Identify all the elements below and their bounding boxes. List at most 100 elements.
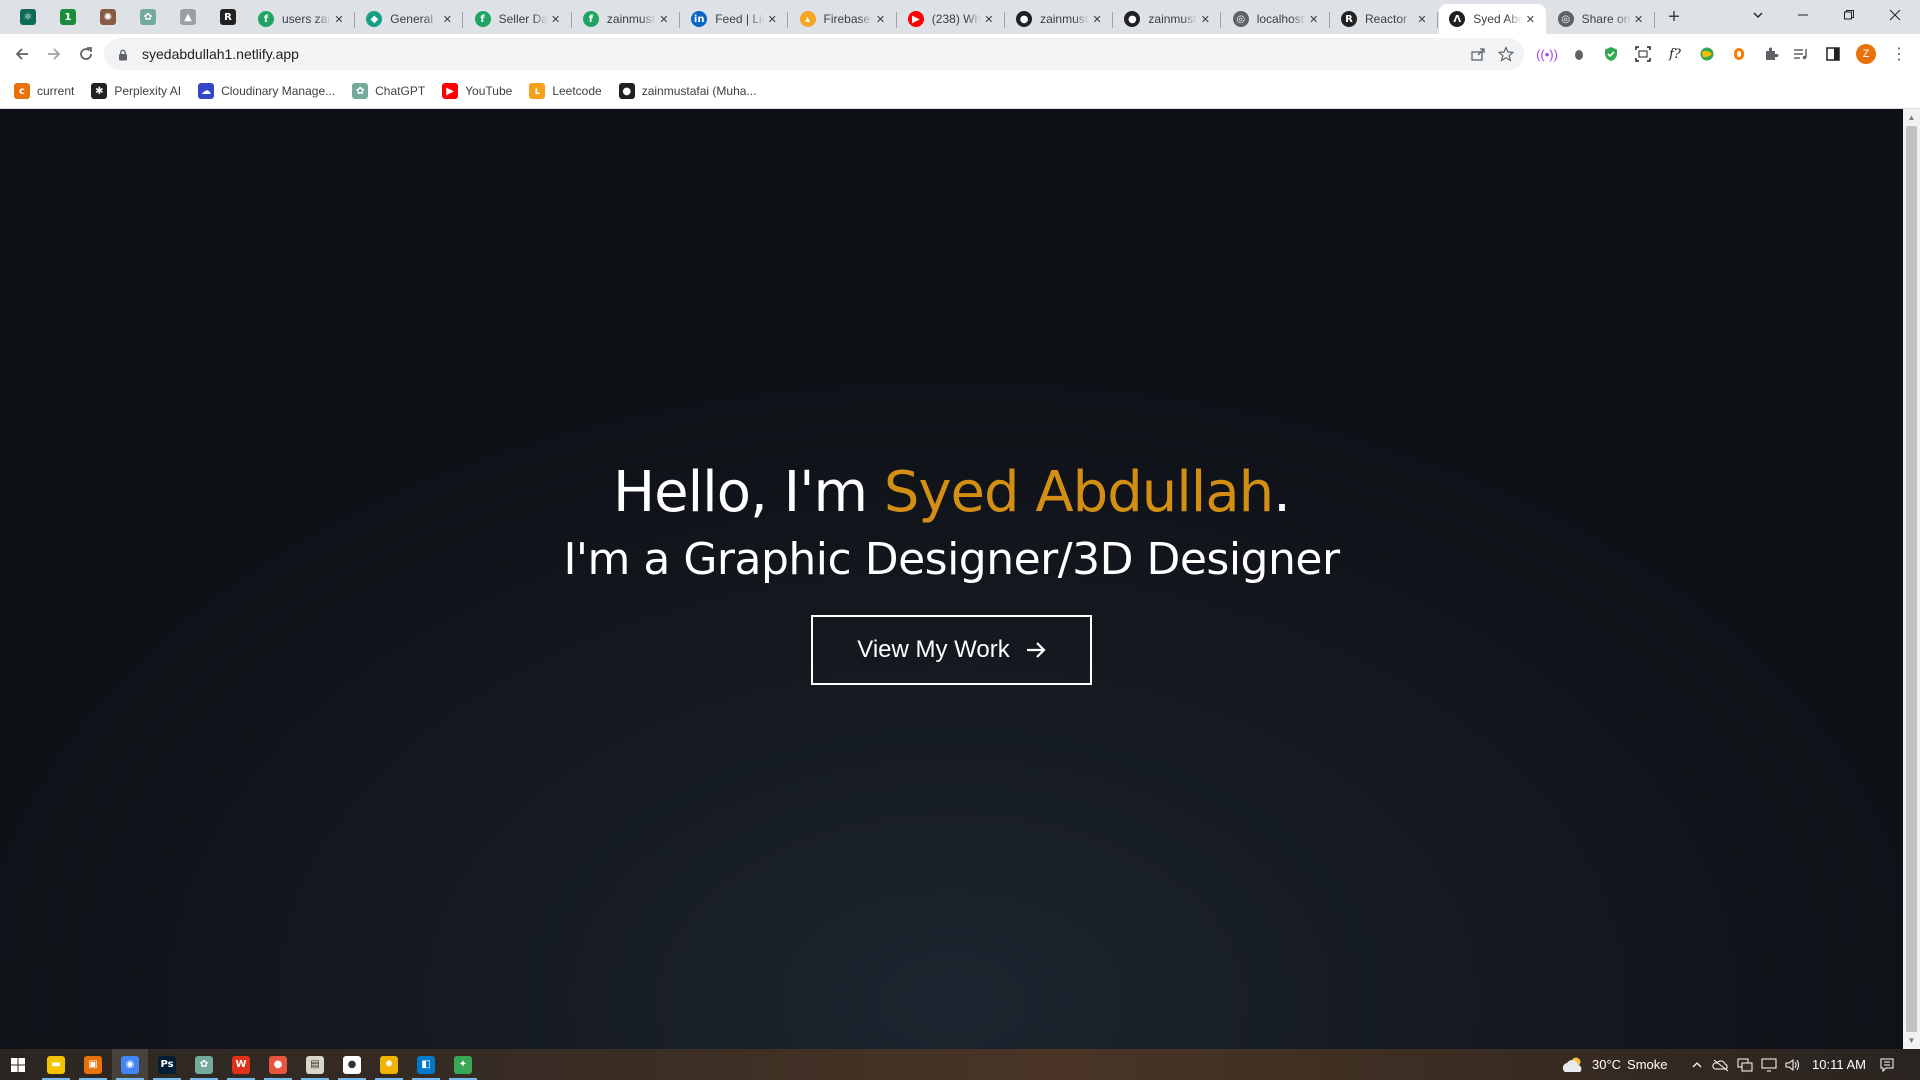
shield-extension-icon[interactable]	[1600, 43, 1622, 65]
broadcast-extension-icon[interactable]: ((•))	[1536, 43, 1558, 65]
forward-icon[interactable]	[40, 40, 68, 68]
show-hidden-icons-chevron-icon[interactable]	[1688, 1056, 1706, 1074]
tab[interactable]: f Seller Dashboard✕	[465, 4, 572, 34]
pinned-tab[interactable]: ▲	[168, 0, 208, 34]
bookmark-item[interactable]: ● zainmustafai (Muha...	[618, 83, 756, 99]
honey-extension-icon[interactable]	[1728, 43, 1750, 65]
bookmark-label: YouTube	[465, 84, 513, 98]
tab-close-icon[interactable]: ✕	[439, 11, 455, 27]
url-text[interactable]: syedabdullah1.netlify.app	[142, 46, 299, 62]
pinned-tab[interactable]: R	[208, 0, 248, 34]
taskbar-app[interactable]: W	[223, 1049, 259, 1080]
tab[interactable]: ◎ Share on ✕	[1548, 4, 1655, 34]
screenshot-extension-icon[interactable]	[1632, 43, 1654, 65]
tab-title: Share on	[1581, 12, 1631, 26]
share-icon[interactable]	[1468, 44, 1488, 64]
scroll-thumb[interactable]	[1906, 126, 1917, 1032]
function-extension-icon[interactable]: f?	[1664, 43, 1686, 65]
globe-extension-icon[interactable]	[1696, 43, 1718, 65]
react-icon: ⚛	[20, 9, 36, 25]
tab-title: users zain	[282, 12, 331, 26]
lambda-icon: Λ	[1449, 11, 1466, 27]
tab-active[interactable]: Λ Syed Abdullah✕	[1439, 4, 1547, 34]
restore-icon[interactable]	[1826, 0, 1872, 30]
lock-icon[interactable]	[118, 48, 128, 66]
tab[interactable]: ◆ General ✕	[356, 4, 464, 34]
bookmark-star-icon[interactable]	[1496, 44, 1516, 64]
taskbar-app[interactable]: ◧	[408, 1049, 444, 1080]
address-bar[interactable]: syedabdullah1.netlify.app	[104, 38, 1524, 70]
new-tab-button[interactable]: +	[1662, 5, 1686, 29]
network-icon[interactable]	[1736, 1056, 1754, 1074]
tab-title: Reactor	[1365, 12, 1408, 26]
taskbar-app[interactable]: ▬	[38, 1049, 74, 1080]
chrome-menu-icon[interactable]: ⋮	[1888, 43, 1910, 65]
taskbar-app[interactable]: ◉	[112, 1049, 148, 1080]
tab-close-icon[interactable]: ✕	[1522, 11, 1538, 27]
tab[interactable]: f users zain✕	[248, 4, 355, 34]
taskbar-app[interactable]: ✿	[186, 1049, 222, 1080]
taskbar-app[interactable]: ▣	[75, 1049, 111, 1080]
tab[interactable]: f zainmustafai✕	[573, 4, 680, 34]
tab-close-icon[interactable]: ✕	[1414, 11, 1430, 27]
tab[interactable]: ▶ (238) WhatsApp✕	[898, 4, 1005, 34]
taskbar-app[interactable]: ✹	[371, 1049, 407, 1080]
tab-search-icon[interactable]	[1735, 0, 1781, 30]
media-control-icon[interactable]	[1790, 43, 1812, 65]
page-scrollbar[interactable]: ▲ ▼	[1903, 109, 1920, 1049]
side-panel-icon[interactable]	[1822, 43, 1844, 65]
tab[interactable]: ▴ Firebase ✕	[790, 4, 897, 34]
tab[interactable]: in Feed | LinkedIn✕	[681, 4, 789, 34]
tab[interactable]: ● zainmustafai✕	[1006, 4, 1114, 34]
weather-widget[interactable]: 30°C Smoke	[1592, 1049, 1668, 1080]
close-window-icon[interactable]	[1872, 0, 1918, 30]
youtube-icon: ▶	[907, 11, 924, 27]
bookmark-item[interactable]: ▶ YouTube	[442, 83, 512, 99]
back-icon[interactable]	[8, 40, 36, 68]
tab-close-icon[interactable]: ✕	[1306, 11, 1322, 27]
action-center-icon[interactable]	[1878, 1056, 1896, 1074]
pinned-tab[interactable]: 1	[48, 0, 88, 34]
bookmark-item[interactable]: ☁ Cloudinary Manage...	[198, 83, 335, 99]
weather-cloud-icon[interactable]	[1560, 1056, 1586, 1074]
tab-close-icon[interactable]: ✕	[981, 11, 997, 27]
taskbar-app[interactable]: ●	[334, 1049, 370, 1080]
taskbar-app[interactable]: ▤	[297, 1049, 333, 1080]
reload-icon[interactable]	[72, 40, 100, 68]
tab-close-icon[interactable]: ✕	[331, 11, 347, 27]
file-explorer-icon: ▬	[47, 1055, 65, 1074]
tab-close-icon[interactable]: ✕	[873, 11, 889, 27]
profile-avatar[interactable]: Z	[1856, 44, 1876, 64]
pinned-tab[interactable]: ✿	[128, 0, 168, 34]
pinned-tab[interactable]: ⚛	[8, 0, 48, 34]
tab-close-icon[interactable]: ✕	[548, 11, 564, 27]
taskbar-app[interactable]: ✦	[445, 1049, 481, 1080]
tab[interactable]: R Reactor ✕	[1331, 4, 1438, 34]
windows-start-icon[interactable]	[0, 1049, 36, 1080]
tab-close-icon[interactable]: ✕	[1089, 11, 1105, 27]
bookmark-item[interactable]: ✿ ChatGPT	[352, 83, 425, 99]
bookmark-item[interactable]: ✱ Perplexity AI	[91, 83, 181, 99]
tab-close-icon[interactable]: ✕	[764, 11, 780, 27]
clock[interactable]: 10:11 AM	[1812, 1049, 1866, 1080]
taskbar-app[interactable]: ●	[260, 1049, 296, 1080]
bookmark-item[interactable]: ʟ Leetcode	[529, 83, 602, 99]
taskbar-app[interactable]: Ps	[149, 1049, 185, 1080]
pinned-tab[interactable]: ✺	[88, 0, 128, 34]
extensions-puzzle-icon[interactable]	[1760, 43, 1782, 65]
tab-close-icon[interactable]: ✕	[656, 11, 672, 27]
minimize-icon[interactable]	[1780, 0, 1826, 30]
tab[interactable]: ◎ localhost ✕	[1223, 4, 1330, 34]
bug-extension-icon[interactable]	[1568, 43, 1590, 65]
tab[interactable]: ● zainmustafai✕	[1114, 4, 1222, 34]
onedrive-offline-icon[interactable]	[1712, 1056, 1730, 1074]
display-icon[interactable]	[1760, 1056, 1778, 1074]
weather-condition: Smoke	[1627, 1057, 1668, 1072]
volume-icon[interactable]	[1784, 1056, 1802, 1074]
scroll-up-icon[interactable]: ▲	[1903, 109, 1920, 126]
tab-close-icon[interactable]: ✕	[1631, 11, 1647, 27]
view-my-work-button[interactable]: View My Work	[811, 615, 1092, 685]
bookmark-item[interactable]: c current	[14, 83, 74, 99]
scroll-down-icon[interactable]: ▼	[1903, 1032, 1920, 1049]
tab-close-icon[interactable]: ✕	[1197, 11, 1213, 27]
